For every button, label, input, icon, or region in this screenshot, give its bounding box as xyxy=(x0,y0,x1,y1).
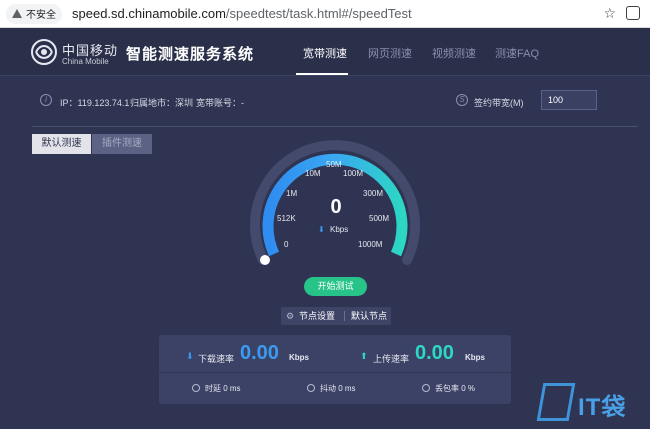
warning-icon xyxy=(12,9,22,18)
nav-web-test[interactable]: 网页测速 xyxy=(368,45,412,61)
url-field[interactable]: speed.sd.chinamobile.com/speedtest/task.… xyxy=(72,6,412,21)
jitter: 抖动 0 ms xyxy=(320,384,356,393)
download-label: 下载速率 xyxy=(198,354,235,364)
gauge-label-500m: 500M xyxy=(369,214,390,223)
url-path: /speedtest/task.html#/speedTest xyxy=(225,6,412,21)
upload-value: 0.00 xyxy=(415,342,454,364)
node-settings-icon: ⚙ xyxy=(286,311,295,321)
security-label: 不安全 xyxy=(26,10,56,21)
plugin-test-button[interactable]: 插件测速 xyxy=(92,134,152,154)
browser-address-bar: 不安全 speed.sd.chinamobile.com/speedtest/t… xyxy=(0,0,650,28)
node-divider xyxy=(344,311,345,321)
gauge-label-100m: 100M xyxy=(343,169,364,178)
gauge-label-1000m: 1000M xyxy=(358,240,383,249)
latency: 时延 0 ms xyxy=(205,384,241,393)
ip-address: IP：119.123.74.1 xyxy=(60,98,130,108)
bandwidth-icon: S xyxy=(456,94,468,106)
contract-bandwidth-input[interactable]: 100 xyxy=(541,90,597,110)
info-icon: i xyxy=(40,94,52,106)
results-panel: ⬇ 下载速率 0.00 Kbps ⬆ 上传速率 0.00 Kbps 时延 0 m… xyxy=(159,335,511,404)
nav-video-test[interactable]: 视频测速 xyxy=(432,45,476,61)
current-speed-value: 0 xyxy=(330,196,342,218)
upload-label: 上传速率 xyxy=(373,354,410,364)
gauge-label-1m: 1M xyxy=(286,189,298,198)
gauge-label-0: 0 xyxy=(284,240,289,249)
default-test-button[interactable]: 默认测速 xyxy=(32,134,91,154)
gauge-label-10m: 10M xyxy=(305,169,321,178)
loss-icon xyxy=(422,384,430,392)
watermark-logo-box xyxy=(536,383,576,421)
extension-icon[interactable] xyxy=(626,6,640,20)
system-title: 智能测速服务系统 xyxy=(126,46,255,63)
upload-icon: ⬆ xyxy=(360,351,368,361)
broadband-account: 宽带账号：- xyxy=(196,98,244,108)
china-mobile-logo xyxy=(31,39,57,65)
start-test-button[interactable]: 开始测试 xyxy=(304,277,367,296)
node-settings-button[interactable]: 节点设置 xyxy=(299,307,335,325)
download-unit: Kbps xyxy=(289,353,309,362)
url-host: speed.sd.chinamobile.com xyxy=(72,6,226,21)
location: 归属地市：深圳 xyxy=(130,98,194,108)
download-value: 0.00 xyxy=(240,342,279,364)
nav-broadband-test[interactable]: 宽带测速 xyxy=(303,45,347,61)
clock-icon xyxy=(192,384,200,392)
security-warning[interactable]: 不安全 xyxy=(6,3,62,24)
upload-unit: Kbps xyxy=(465,353,485,362)
watermark-text: IT袋 xyxy=(578,394,627,421)
results-separator xyxy=(159,372,511,373)
site-header: 中国移动 China Mobile 智能测速服务系统 宽带测速 网页测速 视频测… xyxy=(0,28,650,76)
logo-text-en: China Mobile xyxy=(62,57,109,66)
contract-bandwidth-label: 签约带宽(M) xyxy=(474,98,524,108)
current-speed-unit: Kbps xyxy=(330,225,349,234)
nav-faq[interactable]: 测速FAQ xyxy=(495,45,539,61)
download-icon: ⬇ xyxy=(186,351,194,361)
gauge-needle-dot xyxy=(260,255,270,265)
node-bar: ⚙ 节点设置 默认节点 xyxy=(281,307,391,325)
star-icon[interactable]: ☆ xyxy=(603,5,616,22)
default-node-button[interactable]: 默认节点 xyxy=(351,307,387,325)
gauge-label-300m: 300M xyxy=(363,189,384,198)
download-icon: ⬇ xyxy=(318,225,325,234)
divider xyxy=(32,126,638,127)
gauge-label-50m: 50M xyxy=(326,160,342,169)
packet-loss: 丢包率 0 % xyxy=(435,384,476,393)
nav-active-indicator xyxy=(296,73,348,75)
jitter-icon xyxy=(307,384,315,392)
gauge-label-512k: 512K xyxy=(277,214,296,223)
